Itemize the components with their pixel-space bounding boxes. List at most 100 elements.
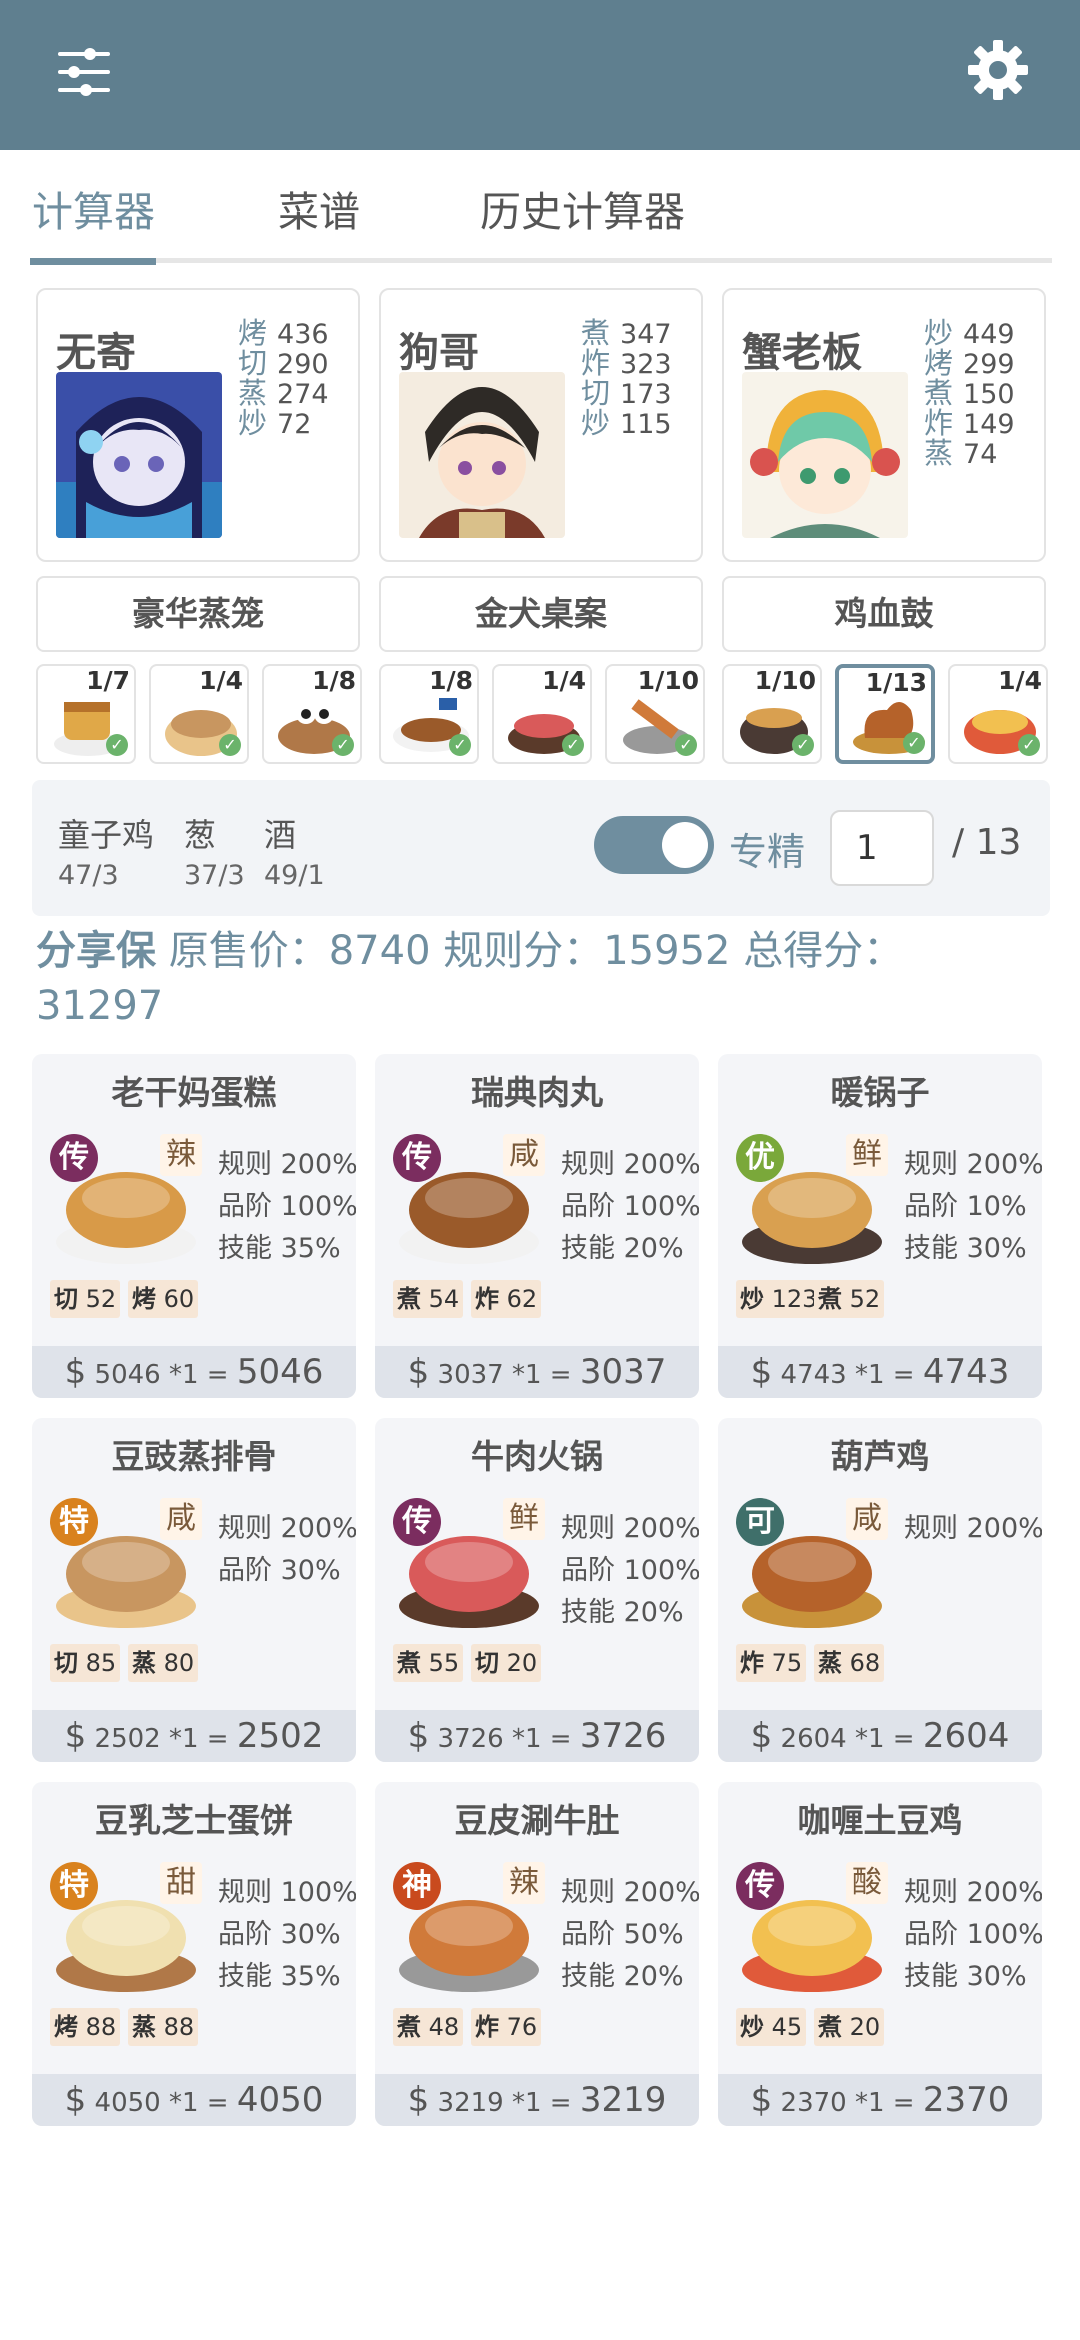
dollar-icon: $: [750, 1716, 773, 1756]
ingredient-panel: 童子鸡 47/3 葱 37/3 酒 49/1 专精 1 / 13: [32, 780, 1050, 916]
dish-card[interactable]: 牛肉火锅传 鲜规则 200% 品阶 100% 技能 20% 煮 55 切 20 $ 3726…: [375, 1418, 699, 1762]
specialize-toggle[interactable]: [594, 816, 714, 874]
dish-card[interactable]: 瑞典肉丸传 咸规则 200% 品阶 100% 技能 20% 煮 54 炸 62 $ 3037…: [375, 1054, 699, 1398]
multiplier: *1: [854, 2088, 885, 2118]
chef-card[interactable]: 狗哥 煮 347 炸 323 切 173 炒 115: [379, 288, 703, 562]
skill-requirement: 切 85: [50, 1644, 121, 1682]
chef-name: 狗哥: [399, 330, 479, 376]
tab-history[interactable]: 历史计算器: [480, 178, 685, 238]
ingredient-name: 葱: [184, 816, 217, 854]
dish-title: 咖喱土豆鸡: [797, 1801, 963, 1840]
grade-badge: 传: [50, 1134, 98, 1182]
multiplier: *1: [168, 1360, 199, 1390]
check-icon: ✓: [792, 734, 814, 756]
ingredient-count: 37/3: [184, 860, 245, 891]
dish-price-bar: $ 3037 *1 = 3037: [375, 1346, 699, 1398]
ingredient-name: 童子鸡: [58, 816, 155, 854]
ingredient-name: 酒: [264, 816, 297, 854]
dish-title: 豆豉蒸排骨: [111, 1437, 277, 1476]
equipment-button[interactable]: 鸡血鼓: [722, 576, 1046, 652]
toggle-knob: [662, 822, 708, 868]
skill-requirement: 煮 54: [393, 1280, 464, 1318]
dish-price-bar: $ 3726 *1 = 3726: [375, 1710, 699, 1762]
ingredient-count: 47/3: [58, 860, 119, 891]
summary-text: 原售价：8740 规则分：15952 总得分：: [168, 928, 904, 974]
chef-card[interactable]: 蟹老板 炒 449 烤 299 煮 150 炸 149 蒸 74: [722, 288, 1046, 562]
recipe-tile[interactable]: 1/7 ✓: [36, 664, 136, 764]
total-price: 2370: [922, 2080, 1010, 2120]
dish-stat: 品阶 50%: [561, 1919, 684, 1950]
check-icon: ✓: [675, 734, 697, 756]
grade-badge: 特: [50, 1498, 98, 1546]
equipment-button[interactable]: 豪华蒸笼: [36, 576, 360, 652]
base-price: 2604: [780, 1724, 847, 1754]
check-icon: ✓: [219, 734, 241, 756]
chef-name: 蟹老板: [742, 330, 862, 376]
total-price: 3219: [579, 2080, 667, 2120]
dish-card[interactable]: 豆豉蒸排骨特 咸规则 200% 品阶 30% 切 85 蒸 80 $ 2502 *1 = …: [32, 1418, 356, 1762]
recipe-tile-selected[interactable]: 1/13 ✓: [835, 664, 935, 764]
skill-requirement: 炸 62: [471, 1280, 542, 1318]
quantity-input[interactable]: 1: [830, 810, 934, 886]
dish-stat: 品阶 30%: [218, 1555, 341, 1586]
recipe-tile[interactable]: 1/10 ✓: [722, 664, 822, 764]
summary-total: 31297: [36, 983, 164, 1029]
dollar-icon: $: [64, 1716, 87, 1756]
dish-stat: 品阶 100%: [561, 1555, 699, 1586]
base-price: 2370: [780, 2088, 847, 2118]
recipe-tile[interactable]: 1/4 ✓: [492, 664, 592, 764]
dish-card[interactable]: 葫芦鸡可 咸规则 200% 炸 75 蒸 68 $ 2604 *1 = 2604: [718, 1418, 1042, 1762]
dish-stat: 技能 35%: [218, 1961, 341, 1992]
grade-badge: 传: [393, 1134, 441, 1182]
settings-gear-icon[interactable]: [966, 38, 1030, 102]
check-icon: ✓: [332, 734, 354, 756]
specialize-label: 专精: [729, 830, 806, 874]
dish-card[interactable]: 咖喱土豆鸡传 酸规则 200% 品阶 100% 技能 30% 炒 45 煮 20 $ 237…: [718, 1782, 1042, 2126]
check-icon: ✓: [1018, 734, 1040, 756]
quantity-max: / 13: [952, 822, 1022, 863]
check-icon: ✓: [562, 734, 584, 756]
equipment-button[interactable]: 金犬桌案: [379, 576, 703, 652]
chef-card[interactable]: 无寄 烤 436 切 290 蒸 274 炒 72: [36, 288, 360, 562]
dish-card[interactable]: 豆皮涮牛肚神 辣规则 200% 品阶 50% 技能 20% 煮 48 炸 76 $ 3219…: [375, 1782, 699, 2126]
dish-card[interactable]: 老干妈蛋糕传 辣规则 200% 品阶 100% 技能 35% 切 52 烤 60 $ 504…: [32, 1054, 356, 1398]
dish-stat: 品阶 10%: [904, 1191, 1027, 1222]
chef-portrait-image: [56, 372, 222, 538]
tab-calculator[interactable]: 计算器: [32, 178, 155, 238]
recipe-tile[interactable]: 1/4 ✓: [149, 664, 249, 764]
dish-stat: 技能 30%: [904, 1961, 1027, 1992]
recipe-tile[interactable]: 1/8 ✓: [379, 664, 479, 764]
recipe-tile[interactable]: 1/8 ✓: [262, 664, 362, 764]
recipe-tile[interactable]: 1/4 ✓: [948, 664, 1048, 764]
dish-stat: 规则 200%: [218, 1149, 356, 1180]
chef-portrait-image: [399, 372, 565, 538]
skill-requirement: 煮 20: [814, 2008, 885, 2046]
recipe-tile[interactable]: 1/10 ✓: [605, 664, 705, 764]
multiplier: *1: [168, 1724, 199, 1754]
dollar-icon: $: [64, 1352, 87, 1392]
skill-requirement: 炒 45: [736, 2008, 807, 2046]
skill-requirement: 切 52: [50, 1280, 121, 1318]
check-icon: ✓: [449, 734, 471, 756]
dish-stat: 技能 20%: [561, 1597, 684, 1628]
tab-bar: 计算器 菜谱 历史计算器: [30, 150, 1052, 266]
dish-card[interactable]: 暖锅子优 鲜规则 200% 品阶 10% 技能 30% 炒 123 煮 52 $ 4743 …: [718, 1054, 1042, 1398]
dish-price-bar: $ 4050 *1 = 4050: [32, 2074, 356, 2126]
base-price: 5046: [94, 1360, 161, 1390]
skill-requirement: 蒸 88: [128, 2008, 199, 2046]
flavor-tag: 咸: [160, 1498, 202, 1540]
dish-title: 葫芦鸡: [830, 1437, 930, 1476]
dish-price-bar: $ 2502 *1 = 2502: [32, 1710, 356, 1762]
dollar-icon: $: [407, 2080, 430, 2120]
skill-requirement: 炒 123: [736, 1280, 822, 1318]
check-icon: ✓: [106, 734, 128, 756]
dish-card[interactable]: 豆乳芝士蛋饼特 甜规则 100% 品阶 30% 技能 35% 烤 88 蒸 88 $ 405…: [32, 1782, 356, 2126]
filter-menu-icon[interactable]: [54, 42, 114, 102]
skill-requirement: 煮 55: [393, 1644, 464, 1682]
flavor-tag: 鲜: [503, 1498, 545, 1540]
dollar-icon: $: [64, 2080, 87, 2120]
grade-badge: 可: [736, 1498, 784, 1546]
dish-stat: 品阶 100%: [218, 1191, 356, 1222]
dish-stat: 规则 200%: [904, 1149, 1042, 1180]
tab-recipes[interactable]: 菜谱: [278, 178, 360, 238]
